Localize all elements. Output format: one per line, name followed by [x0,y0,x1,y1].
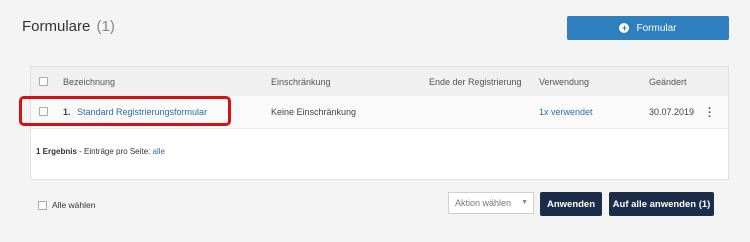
page-title: Formulare (1) [22,18,115,35]
action-select-value: Aktion wählen [455,198,512,208]
plus-icon: + [619,23,630,33]
per-page-label: - Einträge pro Seite: [76,147,153,156]
action-select[interactable]: Aktion wählen ▼ [448,192,534,214]
table-header: Bezeichnung Einschränkung Ende der Regis… [31,67,728,97]
apply-all-button[interactable]: Auf alle anwenden (1) [609,192,714,216]
select-all-label[interactable]: Alle wählen [52,200,95,210]
page-title-count: (1) [96,18,115,35]
pagination-info: 1 Ergebnis - Einträge pro Seite: alle [36,147,165,156]
column-header-registration-end[interactable]: Ende der Registrierung [429,77,522,87]
apply-all-button-label: Auf alle anwenden (1) [612,198,711,210]
row-changed-date: 30.07.2019 [649,107,695,117]
page-title-text: Formulare [22,18,91,35]
result-count: 1 Ergebnis [36,147,77,156]
apply-button[interactable]: Anwenden [540,192,602,216]
usage-link[interactable]: 1x verwendet [539,107,593,117]
more-options-icon[interactable]: · · · [708,104,712,123]
column-header-changed[interactable]: Geändert [649,77,687,87]
column-header-name[interactable]: Bezeichnung [63,77,115,87]
add-form-button-label: Formular [636,22,677,34]
column-header-restriction[interactable]: Einschränkung [271,77,331,87]
apply-button-label: Anwenden [546,198,596,210]
select-all-header-checkbox[interactable] [39,77,48,86]
add-form-button[interactable]: + Formular [567,16,729,40]
column-header-usage[interactable]: Verwendung [539,77,589,87]
per-page-all-link[interactable]: alle [153,147,165,156]
chevron-down-icon: ▼ [521,199,528,206]
select-all-checkbox[interactable] [38,201,47,210]
row-restriction: Keine Einschränkung [271,107,357,117]
highlight-annotation [19,96,231,126]
